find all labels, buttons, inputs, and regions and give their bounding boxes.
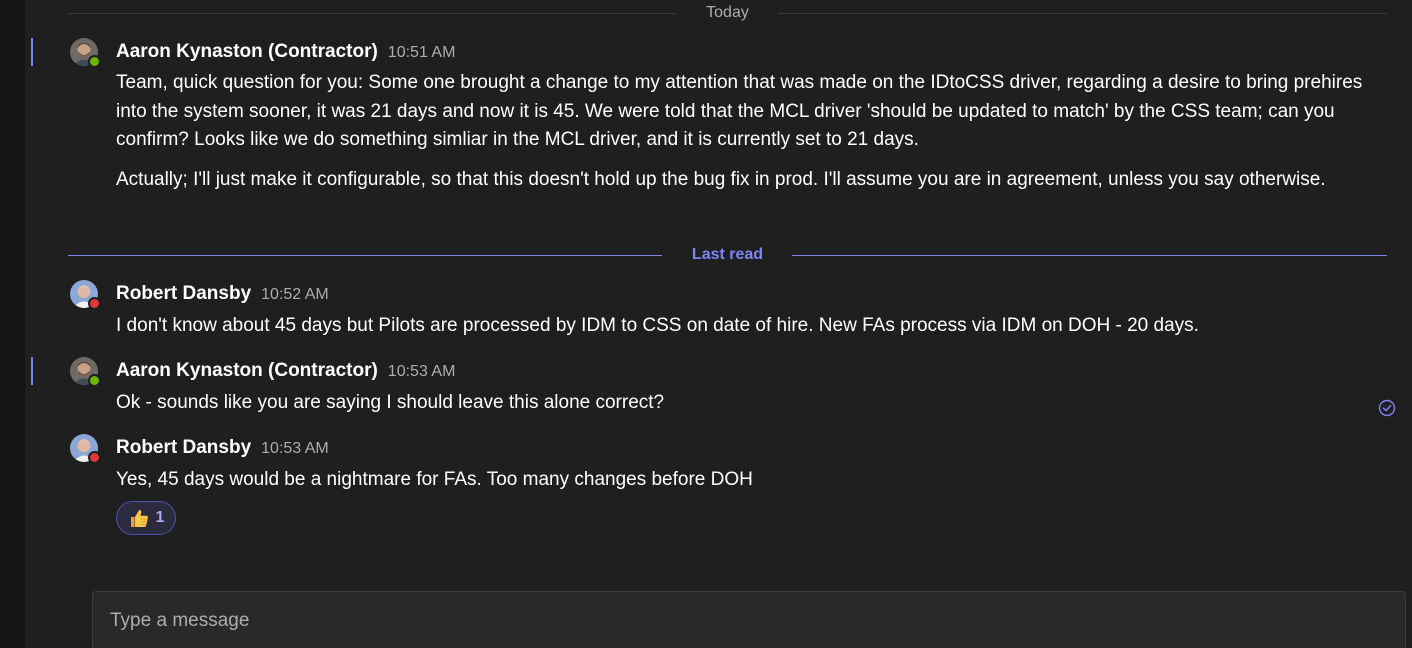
message-body: Team, quick question for you: Some one b…: [116, 69, 1366, 194]
avatar[interactable]: [70, 280, 101, 310]
avatar[interactable]: [70, 357, 101, 387]
message-paragraph: Team, quick question for you: Some one b…: [116, 72, 1363, 150]
message-input[interactable]: [110, 610, 1370, 632]
own-message-indicator: [31, 38, 33, 66]
message-timestamp: 10:52 AM: [261, 286, 329, 303]
message-body: I don't know about 45 days but Pilots ar…: [116, 312, 1366, 341]
message-paragraph: Ok - sounds like you are saying I should…: [116, 392, 665, 413]
message-header: Aaron Kynaston (Contractor) 10:51 AM: [116, 41, 455, 63]
teams-chat-window: Today Aaron Kynaston (Contractor) 10:51 …: [0, 0, 1412, 648]
own-message-indicator: [31, 357, 33, 385]
message-timestamp: 10:53 AM: [387, 363, 456, 380]
message-author[interactable]: Robert Dansby: [116, 283, 251, 304]
reaction-button[interactable]: 1: [116, 501, 176, 535]
divider-line: [778, 13, 1387, 14]
presence-available-icon: [88, 374, 101, 387]
message-header: Aaron Kynaston (Contractor) 10:53 AM: [116, 360, 455, 382]
message-timestamp: 10:51 AM: [387, 44, 456, 61]
message-paragraph: I don't know about 45 days but Pilots ar…: [116, 315, 1199, 336]
message-author[interactable]: Aaron Kynaston (Contractor): [116, 41, 378, 62]
divider-line: [792, 255, 1387, 256]
left-rail: [0, 0, 25, 648]
message-paragraph: Yes, 45 days would be a nightmare for FA…: [116, 469, 753, 490]
message-timestamp: 10:53 AM: [261, 440, 329, 457]
presence-busy-icon: [88, 451, 101, 464]
message-body: Yes, 45 days would be a nightmare for FA…: [116, 466, 1366, 495]
avatar[interactable]: [70, 434, 101, 464]
date-divider: Today: [68, 3, 1387, 23]
presence-busy-icon: [88, 297, 101, 310]
check-circle-icon[interactable]: [1378, 399, 1396, 417]
compose-box[interactable]: [92, 591, 1406, 648]
message-author[interactable]: Aaron Kynaston (Contractor): [116, 360, 378, 381]
message-header: Robert Dansby 10:53 AM: [116, 437, 329, 459]
avatar[interactable]: [70, 38, 101, 68]
thumbs-up-icon: [130, 510, 148, 527]
message-author[interactable]: Robert Dansby: [116, 437, 251, 458]
reaction-count: 1: [155, 509, 165, 526]
last-read-divider: Last read: [68, 245, 1387, 265]
message-body: Ok - sounds like you are saying I should…: [116, 389, 1366, 418]
message-header: Robert Dansby 10:52 AM: [116, 283, 329, 305]
presence-available-icon: [88, 55, 101, 68]
chat-pane: Today Aaron Kynaston (Contractor) 10:51 …: [25, 0, 1412, 648]
message-paragraph: Actually; I'll just make it configurable…: [116, 168, 1326, 190]
